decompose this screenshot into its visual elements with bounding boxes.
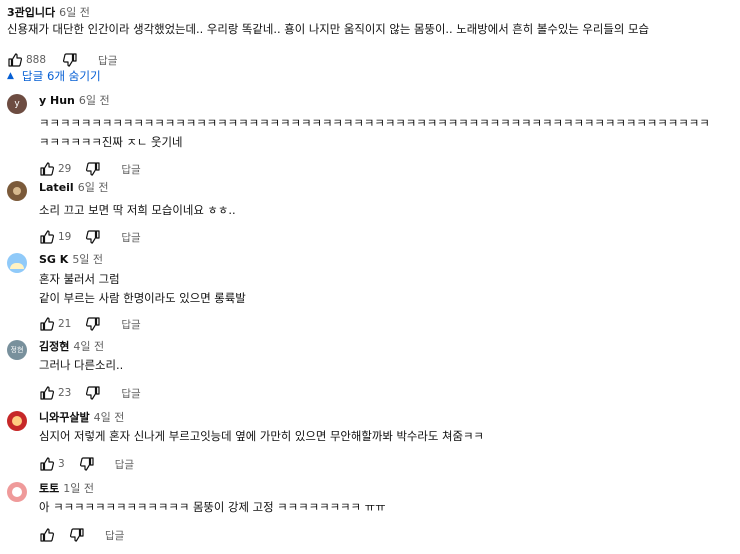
avatar[interactable]: y: [7, 94, 27, 114]
avatar[interactable]: 정현: [7, 340, 27, 360]
comment-author[interactable]: Lateil: [39, 181, 74, 194]
comment-time[interactable]: 6일 전: [79, 94, 110, 107]
caret-up-icon: ▲: [7, 71, 14, 81]
comment-actions: 19 답글: [39, 226, 735, 248]
comment-text-line: 혼자 불러서 그럼: [39, 272, 120, 286]
comment-time[interactable]: 6일 전: [78, 181, 109, 194]
thumbs-up-icon: [39, 229, 55, 245]
thumbs-up-icon: [39, 456, 55, 472]
top-comment: 3관입니다 6일 전 신용재가 대단한 인간이라 생각했었는데.. 우리랑 똑같네…: [7, 6, 735, 71]
like-count: 19: [58, 231, 72, 243]
dislike-button[interactable]: [85, 316, 101, 332]
comment-text-line: 같이 부르는 사람 한명이라도 있으면 롱륙발: [39, 291, 246, 305]
like-button[interactable]: 29: [39, 161, 71, 177]
dislike-button[interactable]: [62, 52, 78, 68]
comment-actions: 23 답글: [39, 382, 735, 404]
reply-button[interactable]: 답글: [115, 457, 134, 472]
comment-text-line: 그러나 다른소리..: [39, 358, 124, 372]
thumbs-down-icon: [85, 229, 101, 245]
reply-button[interactable]: 답글: [121, 162, 140, 177]
comment-time[interactable]: 4일 전: [94, 411, 125, 424]
like-button[interactable]: [39, 527, 55, 543]
thumbs-down-icon: [85, 316, 101, 332]
like-button[interactable]: 3: [39, 456, 65, 472]
like-count: 3: [58, 458, 65, 470]
reply-button[interactable]: 답글: [121, 317, 140, 332]
comment-time[interactable]: 5일 전: [72, 253, 103, 266]
comment-actions: 답글: [39, 524, 735, 546]
comment-header: 니와꾸살발 4일 전: [39, 411, 735, 425]
comment-header: y Hun 6일 전: [39, 94, 735, 108]
comment-author[interactable]: 3관입니다: [7, 6, 55, 19]
like-button[interactable]: 21: [39, 316, 71, 332]
thumbs-up-icon: [39, 161, 55, 177]
thumbs-down-icon: [69, 527, 85, 543]
comment-text-line: 심지어 저렇게 혼자 신나게 부르고잇능데 옆에 가만히 있으면 무안해할까봐 …: [39, 429, 484, 443]
dislike-button[interactable]: [85, 229, 101, 245]
avatar[interactable]: [7, 482, 27, 502]
reply-button[interactable]: 답글: [121, 230, 140, 245]
reply-button[interactable]: 답글: [121, 386, 140, 401]
thumbs-up-icon: [7, 52, 23, 68]
comment-time[interactable]: 4일 전: [73, 340, 104, 353]
comment-header: Lateil 6일 전: [39, 181, 735, 195]
avatar[interactable]: [7, 253, 27, 273]
comment-text: 신용재가 대단한 인간이라 생각했었는데.. 우리랑 똑같네.. 횽이 나지만 …: [7, 22, 649, 36]
comment-header: SG K 5일 전: [39, 253, 735, 267]
thumbs-down-icon: [79, 456, 95, 472]
comment-author[interactable]: 토토: [39, 482, 59, 495]
thumbs-down-icon: [85, 161, 101, 177]
comment-actions: 21 답글: [39, 313, 735, 335]
comment-author[interactable]: 니와꾸살발: [39, 411, 90, 424]
reply-button[interactable]: 답글: [105, 528, 124, 543]
avatar[interactable]: [7, 181, 27, 201]
dislike-button[interactable]: [79, 456, 95, 472]
like-count: 29: [58, 163, 72, 175]
like-count: 23: [58, 387, 72, 399]
comment-text-line: 아 ㅋㅋㅋㅋㅋㅋㅋㅋㅋㅋㅋㅋㅋ 몸뚱이 강제 고정 ㅋㅋㅋㅋㅋㅋㅋㅋ ㅠㅠ: [39, 500, 386, 514]
dislike-button[interactable]: [85, 385, 101, 401]
comment-actions: 3 답글: [39, 453, 735, 475]
dislike-button[interactable]: [85, 161, 101, 177]
comment-author[interactable]: 김정현: [39, 340, 69, 353]
comment-header: 김정현 4일 전: [39, 340, 735, 354]
comment-author[interactable]: y Hun: [39, 94, 75, 107]
avatar[interactable]: [7, 411, 27, 431]
comment-text-line: ㅋㅋㅋㅋㅋㅋㅋㅋㅋㅋㅋㅋㅋㅋㅋㅋㅋㅋㅋㅋㅋㅋㅋㅋㅋㅋㅋㅋㅋㅋㅋㅋㅋㅋㅋㅋㅋㅋㅋㅋ…: [39, 116, 710, 130]
dislike-button[interactable]: [69, 527, 85, 543]
like-button[interactable]: 19: [39, 229, 71, 245]
comment-author[interactable]: SG K: [39, 253, 68, 266]
comment-text-line: 소리 끄고 보면 딱 저희 모습이네요 ㅎㅎ..: [39, 203, 236, 217]
like-button[interactable]: 23: [39, 385, 71, 401]
comment-header: 토토 1일 전: [39, 482, 735, 496]
comment-time[interactable]: 6일 전: [59, 6, 90, 19]
thumbs-down-icon: [62, 52, 78, 68]
comment-text-line: ㅋㅋㅋㅋㅋㅋ진짜 ㅈㄴ 웃기네: [39, 135, 183, 149]
comment-actions: 888 답글: [7, 49, 735, 71]
thumbs-up-icon: [39, 385, 55, 401]
comment-actions: 29 답글: [39, 158, 735, 180]
like-count: 21: [58, 318, 72, 330]
like-button[interactable]: 888: [7, 52, 46, 68]
comment-time[interactable]: 1일 전: [63, 482, 94, 495]
thumbs-up-icon: [39, 316, 55, 332]
like-count: 888: [26, 54, 47, 66]
hide-replies-label: 답글 6개 숨기기: [21, 69, 101, 83]
hide-replies-toggle[interactable]: ▲ 답글 6개 숨기기: [7, 67, 101, 85]
reply-button[interactable]: 답글: [98, 53, 117, 68]
comment-header: 3관입니다 6일 전: [7, 6, 735, 20]
thumbs-up-icon: [39, 527, 55, 543]
thumbs-down-icon: [85, 385, 101, 401]
